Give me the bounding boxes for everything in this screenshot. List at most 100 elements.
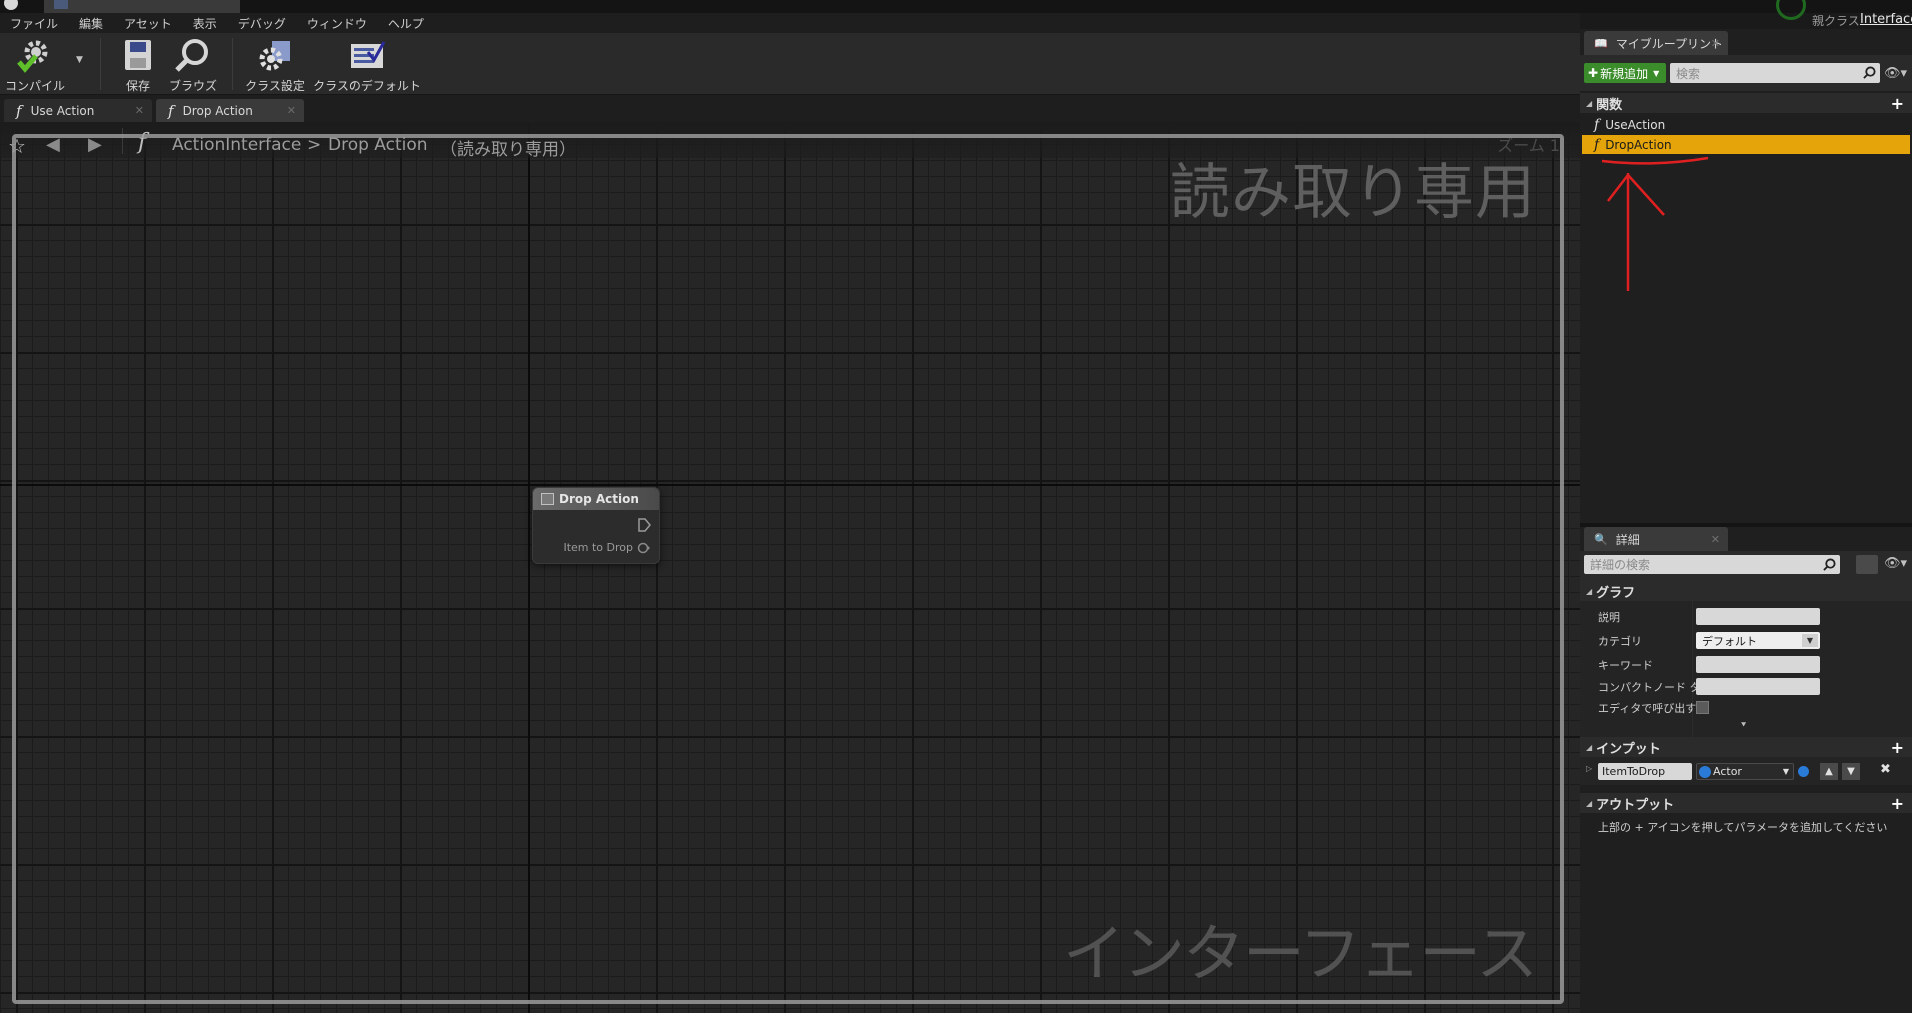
readonly-watermark: 読み取り専用 (1170, 158, 1536, 228)
node-title: Drop Action (559, 492, 639, 506)
call-in-editor-checkbox[interactable] (1696, 701, 1709, 714)
search-icon (1823, 558, 1836, 571)
event-node-icon (541, 493, 554, 505)
tab-my-blueprint[interactable]: 📖 マイブループリント ✕ (1584, 31, 1728, 55)
toolbar: コンパイル ▼ 保存 ブラウズ クラス設定 クラスのデフォルト (0, 33, 1580, 95)
parent-class-ring-icon (1776, 0, 1806, 20)
collapse-triangle-icon: ◢ (1586, 742, 1593, 752)
function-item-dropaction[interactable]: f DropAction (1582, 135, 1910, 154)
node-header: Drop Action (533, 488, 659, 510)
menu-bar: ファイル 編集 アセット 表示 デバッグ ウィンドウ ヘルプ (0, 13, 1580, 33)
add-new-button[interactable]: ✚ 新規追加 ▼ (1584, 63, 1666, 83)
save-button[interactable]: 保存 (118, 33, 158, 95)
function-icon: f (1594, 116, 1600, 133)
function-label: UseAction (1605, 117, 1666, 132)
exec-pin-icon (638, 518, 651, 532)
outputs-header: アウトプット (1596, 797, 1675, 813)
close-tab-icon[interactable]: ✕ (135, 104, 144, 117)
details-label: 詳細 (1615, 532, 1640, 547)
object-type-icon (1699, 765, 1711, 778)
visibility-eye-icon[interactable]: 👁▾ (1884, 556, 1907, 571)
class-settings-button[interactable]: クラス設定 (244, 33, 306, 95)
add-output-icon[interactable]: + (1891, 794, 1904, 813)
add-function-icon[interactable]: + (1891, 94, 1904, 113)
menu-asset[interactable]: アセット (124, 15, 172, 32)
add-input-icon[interactable]: + (1891, 738, 1904, 757)
param-type-select[interactable]: Actor ▼ (1696, 763, 1794, 780)
details-search-input[interactable]: 詳細の検索 (1584, 555, 1840, 574)
tab-use-action[interactable]: f Use Action ✕ (4, 99, 152, 122)
chevron-down-icon: ▼ (1653, 68, 1660, 78)
blueprint-search-input[interactable]: 検索 (1670, 63, 1880, 83)
visibility-eye-icon[interactable]: 👁▾ (1884, 66, 1907, 81)
menu-edit[interactable]: 編集 (79, 15, 103, 32)
expand-param-icon[interactable]: ▷ (1586, 764, 1592, 773)
menu-file[interactable]: ファイル (10, 15, 58, 32)
class-settings-label: クラス設定 (245, 79, 305, 93)
collapse-triangle-icon: ◢ (1586, 98, 1593, 108)
close-tab-icon[interactable]: ✕ (1711, 37, 1720, 50)
compile-options-chevron-icon[interactable]: ▼ (76, 55, 83, 65)
class-defaults-button[interactable]: クラスのデフォルト (313, 33, 421, 95)
inputs-section-header[interactable]: ◢ インプット + (1580, 737, 1912, 757)
advanced-expand-icon[interactable]: ⯆ (1740, 721, 1747, 731)
annotation-arrow (1601, 156, 1709, 291)
browse-button[interactable]: ブラウズ (168, 33, 218, 95)
my-blueprint-label: マイブループリント (1615, 36, 1723, 51)
interface-asset-icon (54, 0, 68, 9)
keywords-field[interactable] (1696, 656, 1820, 673)
interface-watermark: インターフェース (1062, 917, 1538, 990)
function-item-useaction[interactable]: f UseAction (1582, 115, 1910, 134)
close-tab-icon[interactable]: ✕ (1711, 533, 1720, 546)
graph-editor[interactable]: ☆ ◀ ▶ f ActionInterface > Drop Action （読… (0, 122, 1580, 1013)
single-value-icon[interactable] (1798, 766, 1809, 777)
keywords-label: キーワード (1598, 659, 1653, 672)
right-panel: 📖 マイブループリント ✕ ✚ 新規追加 ▼ 検索 👁▾ ◢ 関数 + f Us… (1580, 29, 1912, 1013)
chevron-down-icon: ▼ (1802, 634, 1818, 647)
menu-window[interactable]: ウィンドウ (307, 15, 367, 32)
graph-section-header[interactable]: ◢ グラフ (1580, 581, 1912, 601)
unreal-logo-icon[interactable] (4, 0, 18, 10)
category-select[interactable]: デフォルト ▼ (1696, 632, 1820, 649)
inputs-header: インプット (1596, 741, 1661, 757)
class-defaults-checklist-icon (348, 36, 386, 74)
tab-label: Use Action (30, 103, 95, 118)
magnifier-icon (174, 36, 212, 74)
collapse-triangle-icon: ◢ (1586, 586, 1593, 596)
drop-action-node[interactable]: Drop Action Item to Drop (532, 487, 660, 564)
remove-param-icon[interactable]: ✖ (1880, 762, 1891, 777)
browse-label: ブラウズ (168, 79, 217, 93)
search-placeholder: 検索 (1676, 66, 1701, 81)
asset-tab[interactable] (44, 0, 240, 13)
column-separator (1692, 601, 1693, 737)
search-icon (1863, 66, 1876, 79)
parent-class-link[interactable]: Interface (1860, 12, 1912, 27)
param-name-field[interactable]: ItemToDrop (1598, 763, 1692, 780)
functions-section-header[interactable]: ◢ 関数 + (1580, 93, 1912, 113)
exec-output-pin[interactable] (637, 518, 651, 532)
category-value: デフォルト (1702, 634, 1757, 648)
readonly-frame (12, 134, 1564, 1004)
outputs-hint: 上部の + アイコンを押してパラメータを追加してください (1598, 821, 1888, 834)
close-tab-icon[interactable]: ✕ (287, 104, 296, 117)
compact-title-field[interactable] (1696, 678, 1820, 695)
call-in-editor-label: エディタで呼び出す (1598, 702, 1697, 715)
move-down-icon[interactable]: ▼ (1842, 763, 1860, 780)
property-matrix-icon[interactable] (1856, 555, 1878, 574)
description-field[interactable] (1696, 608, 1820, 625)
tab-drop-action[interactable]: f Drop Action ✕ (156, 99, 304, 122)
tab-details[interactable]: 🔍 詳細 ✕ (1584, 527, 1728, 551)
description-label: 説明 (1598, 611, 1620, 624)
pin-label: Item to Drop (563, 541, 633, 554)
menu-debug[interactable]: デバッグ (238, 15, 286, 32)
compile-button[interactable]: コンパイル (4, 33, 66, 95)
compile-gear-icon (16, 36, 54, 74)
move-up-icon[interactable]: ▲ (1820, 763, 1838, 780)
add-new-label: 新規追加 (1600, 66, 1649, 81)
graph-tab-bar: f Use Action ✕ f Drop Action ✕ (0, 95, 1580, 122)
menu-view[interactable]: 表示 (193, 15, 217, 32)
item-to-drop-pin[interactable]: Item to Drop (563, 541, 651, 554)
menu-help[interactable]: ヘルプ (388, 15, 424, 32)
outputs-section-header[interactable]: ◢ アウトプット + (1580, 793, 1912, 813)
parent-class-label: 親クラス (1812, 14, 1860, 28)
